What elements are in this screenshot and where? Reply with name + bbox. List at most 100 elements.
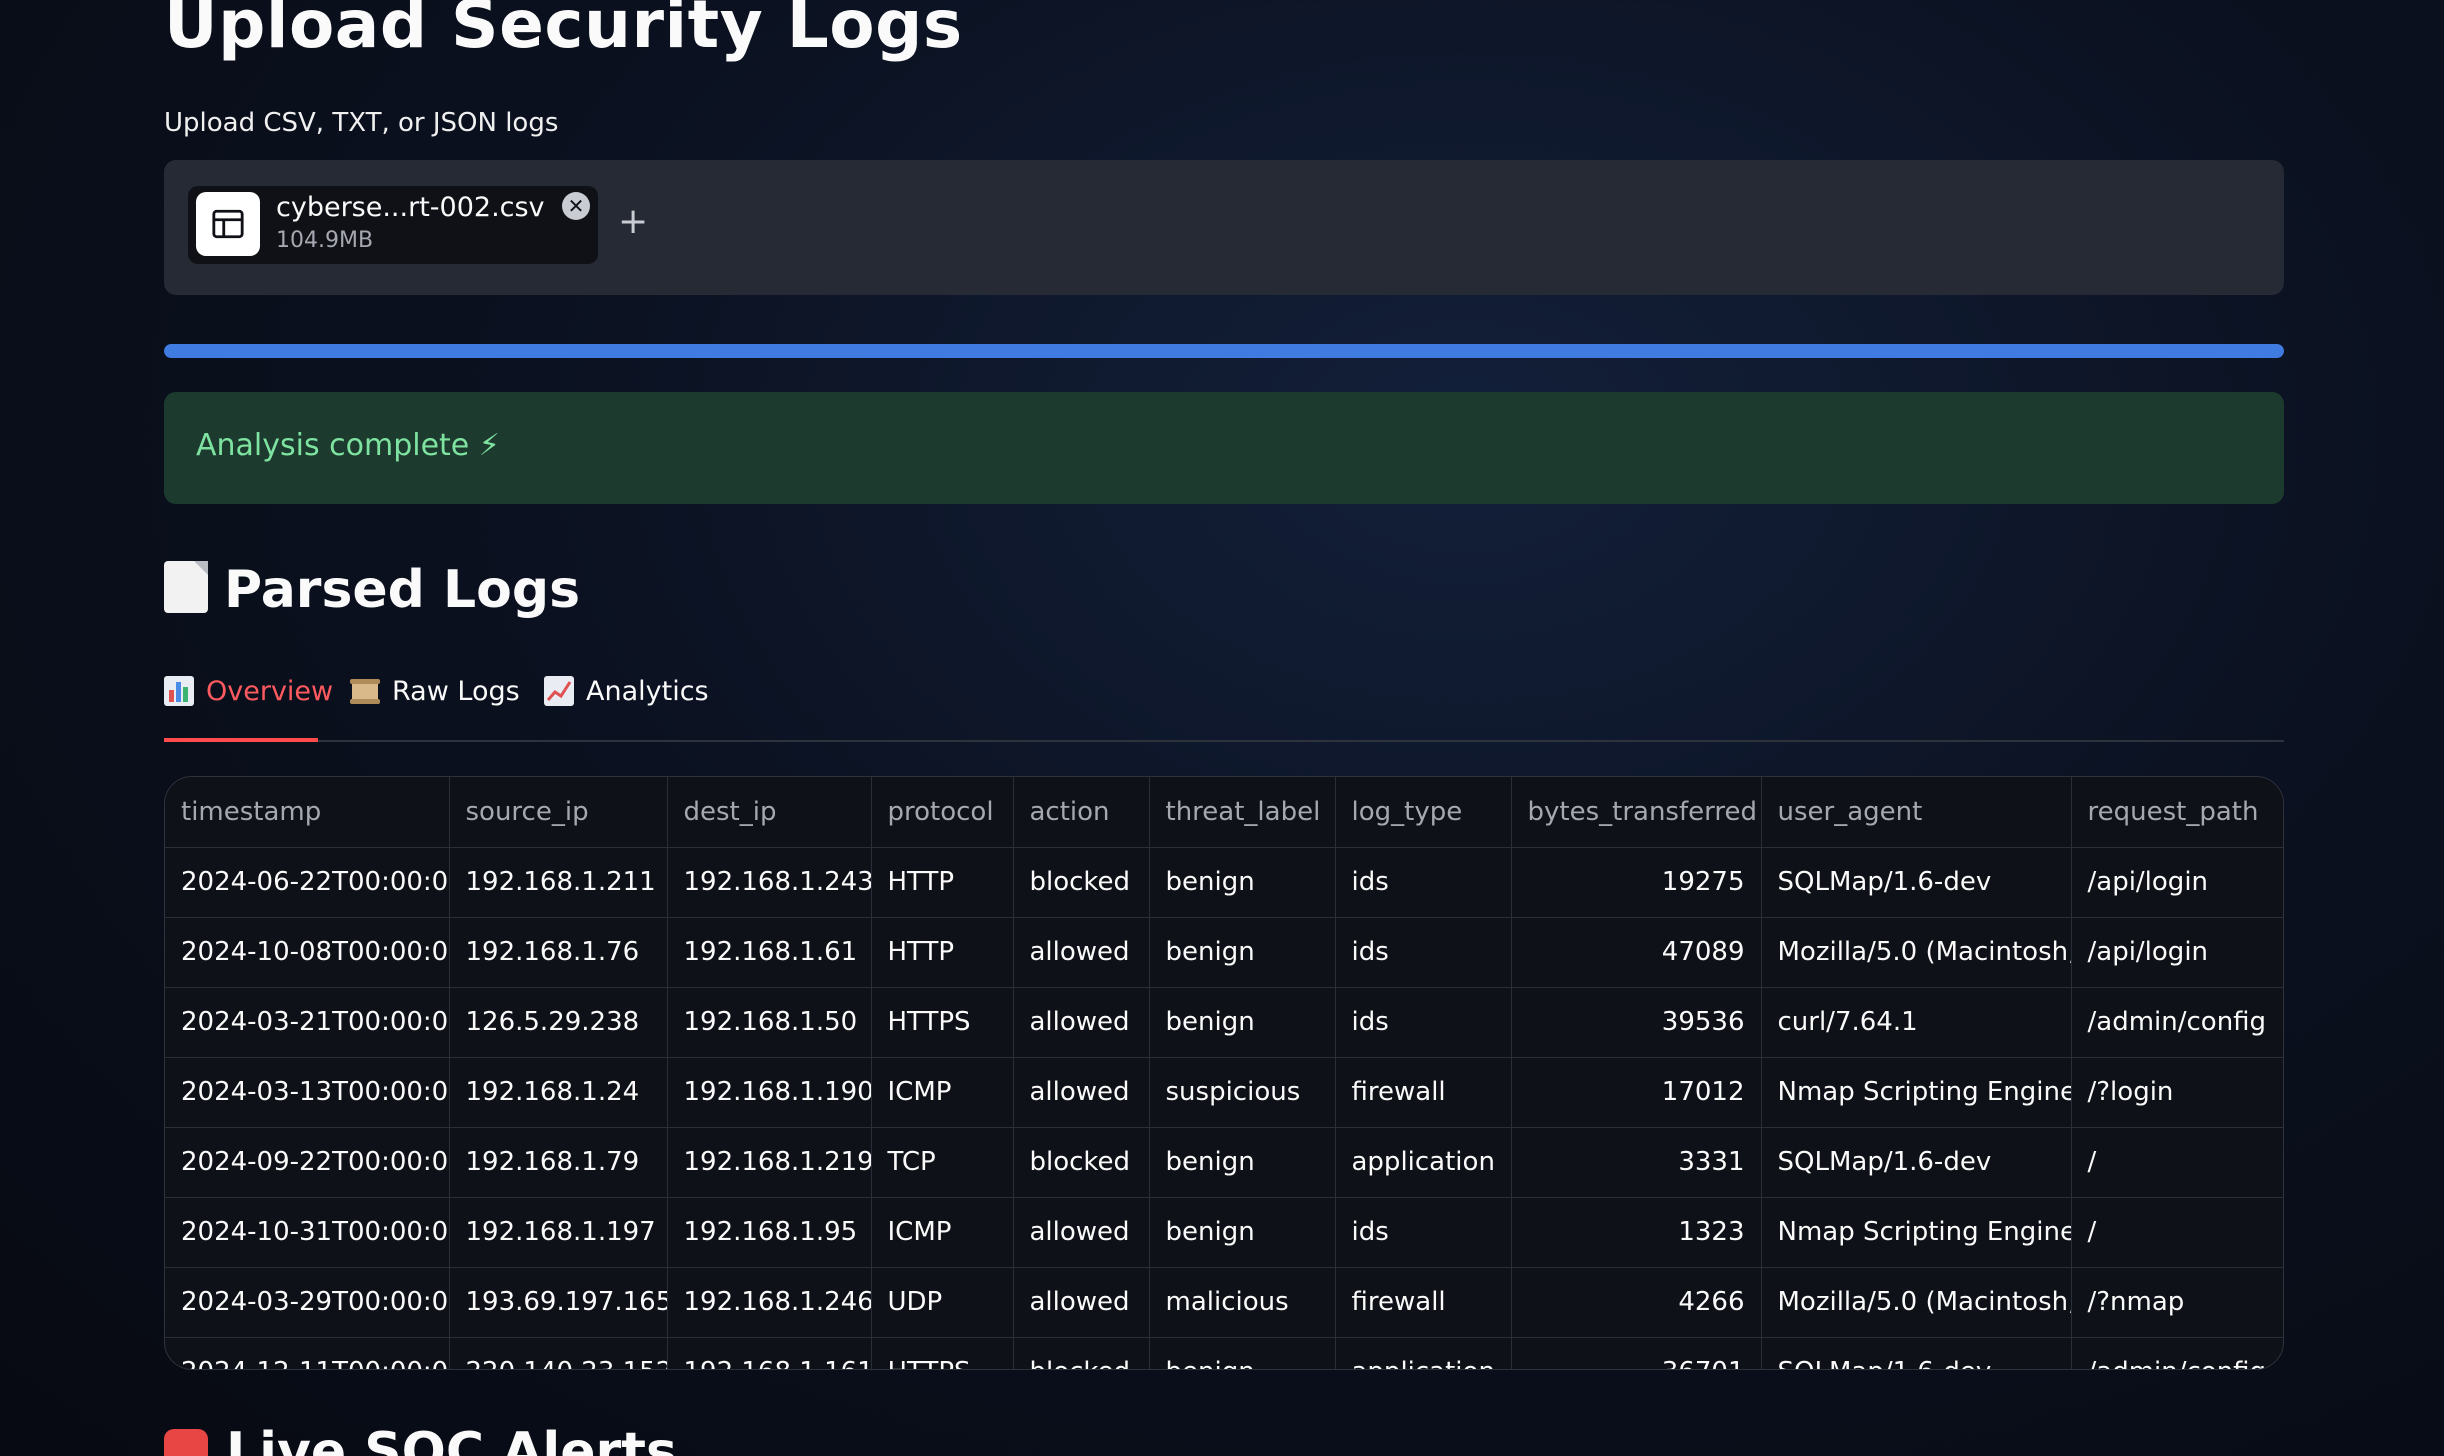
table-cell: / — [2071, 1127, 2283, 1198]
live-alerts-title: Live SOC Alerts — [226, 1422, 677, 1456]
table-cell: malicious — [1149, 1267, 1336, 1338]
table-cell: Mozilla/5.0 (Macintosh; In — [1761, 917, 2072, 988]
column-header-source-ip[interactable]: source_ip — [449, 777, 668, 848]
table-row[interactable]: 2024-09-22T00:00:00 192.168.1.79 192.168.1… — [165, 1127, 2283, 1198]
table-cell: allowed — [1013, 1267, 1150, 1338]
table-cell: HTTPS — [871, 987, 1014, 1058]
column-header-protocol[interactable]: protocol — [871, 777, 1014, 848]
table-cell: benign — [1149, 1197, 1336, 1268]
column-header-bytes-transferred[interactable]: bytes_transferred — [1511, 777, 1762, 848]
column-header-threat-label[interactable]: threat_label — [1149, 777, 1336, 848]
column-header-user-agent[interactable]: user_agent — [1761, 777, 2072, 848]
table-cell: /api/login — [2071, 917, 2283, 988]
table-cell: 192.168.1.197 — [449, 1197, 668, 1268]
table-cell: benign — [1149, 987, 1336, 1058]
table-cell: 17012 — [1511, 1057, 1762, 1128]
table-cell: 192.168.1.95 — [667, 1197, 872, 1268]
table-cell: 192.168.1.61 — [667, 917, 872, 988]
table-cell: curl/7.64.1 — [1761, 987, 2072, 1058]
table-cell: UDP — [871, 1267, 1014, 1338]
table-icon — [196, 192, 260, 256]
table-cell: 193.69.197.165 — [449, 1267, 668, 1338]
upload-progress-bar — [164, 344, 2284, 358]
table-cell: HTTP — [871, 917, 1014, 988]
table-cell: / — [2071, 1197, 2283, 1268]
table-cell: HTTPS — [871, 1337, 1014, 1369]
table-cell: 47089 — [1511, 917, 1762, 988]
upload-label: Upload CSV, TXT, or JSON logs — [164, 108, 559, 138]
table-cell: /api/login — [2071, 847, 2283, 918]
table-row[interactable]: 2024-03-13T00:00:00 192.168.1.24 192.168.1… — [165, 1057, 2283, 1128]
table-cell: 1323 — [1511, 1197, 1762, 1268]
bar-chart-icon — [164, 676, 194, 706]
table-cell: 39536 — [1511, 987, 1762, 1058]
table-cell: ICMP — [871, 1197, 1014, 1268]
table-cell: ids — [1335, 917, 1512, 988]
table-cell: 2024-03-21T00:00:00 — [165, 987, 450, 1058]
table-cell: SQLMap/1.6-dev — [1761, 1127, 2072, 1198]
table-cell: /admin/config — [2071, 987, 2283, 1058]
table-cell: ids — [1335, 1197, 1512, 1268]
table-cell: 4266 — [1511, 1267, 1762, 1338]
remove-file-icon[interactable]: ✕ — [562, 192, 590, 220]
table-cell: HTTP — [871, 847, 1014, 918]
table-row[interactable]: 2024-10-08T00:00:00 192.168.1.76 192.168.1… — [165, 917, 2283, 988]
table-cell: blocked — [1013, 1127, 1150, 1198]
table-cell: 192.168.1.76 — [449, 917, 668, 988]
column-header-action[interactable]: action — [1013, 777, 1150, 848]
active-tab-indicator — [164, 738, 318, 742]
table-cell: benign — [1149, 1127, 1336, 1198]
table-cell: allowed — [1013, 1197, 1150, 1268]
table-row[interactable]: 2024-06-22T00:00:00 192.168.1.211 192.168.… — [165, 847, 2283, 918]
table-cell: 192.168.1.219 — [667, 1127, 872, 1198]
table-cell: ids — [1335, 847, 1512, 918]
tab-overview[interactable]: Overview — [164, 676, 333, 738]
column-header-log-type[interactable]: log_type — [1335, 777, 1512, 848]
success-message: Analysis complete ⚡ — [196, 428, 500, 463]
add-file-icon[interactable]: + — [618, 202, 648, 242]
table-header-row: timestamp source_ip dest_ip protocol action t… — [165, 777, 2283, 848]
page-title: Upload Security Logs — [164, 0, 963, 63]
section-title-text: Parsed Logs — [224, 560, 581, 620]
table-cell: /?login — [2071, 1057, 2283, 1128]
table-cell: 2024-10-08T00:00:00 — [165, 917, 450, 988]
tab-raw-logs-label: Raw Logs — [392, 676, 520, 707]
uploaded-file-name: cyberse...rt-002.csv — [276, 192, 545, 223]
table-cell: /admin/config — [2071, 1337, 2283, 1369]
police-light-icon — [164, 1429, 208, 1456]
table-cell: 3331 — [1511, 1127, 1762, 1198]
tab-analytics-label: Analytics — [586, 676, 709, 707]
table-cell: 192.168.1.246 — [667, 1267, 872, 1338]
table-row[interactable]: 2024-10-31T00:00:00 192.168.1.197 192.168.… — [165, 1197, 2283, 1268]
table-cell: TCP — [871, 1127, 1014, 1198]
table-cell: allowed — [1013, 1057, 1150, 1128]
scroll-icon — [350, 676, 380, 706]
table-cell: 126.5.29.238 — [449, 987, 668, 1058]
table-cell: benign — [1149, 1337, 1336, 1369]
column-header-request-path[interactable]: request_path — [2071, 777, 2283, 848]
table-cell: 2024-09-22T00:00:00 — [165, 1127, 450, 1198]
tab-overview-label: Overview — [206, 676, 334, 707]
tab-raw-logs[interactable]: Raw Logs — [350, 676, 520, 738]
live-alerts-heading: Live SOC Alerts — [164, 1422, 677, 1456]
table-cell: 220.140.23.152 — [449, 1337, 668, 1369]
table-cell: 2024-03-29T00:00:00 — [165, 1267, 450, 1338]
table-cell: 19275 — [1511, 847, 1762, 918]
table-cell: 192.168.1.243 — [667, 847, 872, 918]
column-header-timestamp[interactable]: timestamp — [165, 777, 450, 848]
tab-analytics[interactable]: Analytics — [544, 676, 709, 738]
table-cell: 192.168.1.79 — [449, 1127, 668, 1198]
table-row[interactable]: 2024-03-29T00:00:00 193.69.197.165 192.168… — [165, 1267, 2283, 1338]
table-cell: benign — [1149, 917, 1336, 988]
table-row[interactable]: 2024-03-21T00:00:00 126.5.29.238 192.168.1… — [165, 987, 2283, 1058]
column-header-dest-ip[interactable]: dest_ip — [667, 777, 872, 848]
table-cell: application — [1335, 1337, 1512, 1369]
table-row[interactable]: 2024-12-11T00:00:00220.140.23.152192.168… — [165, 1337, 2283, 1369]
table-cell: SQLMap/1.6-dev — [1761, 847, 2072, 918]
uploaded-file-size: 104.9MB — [276, 228, 374, 253]
table-cell: Nmap Scripting Engine — [1761, 1057, 2072, 1128]
parsed-logs-table[interactable]: timestamp source_ip dest_ip protocol action t… — [164, 776, 2284, 1370]
table-cell: firewall — [1335, 1057, 1512, 1128]
table-cell: allowed — [1013, 917, 1150, 988]
table-cell: benign — [1149, 847, 1336, 918]
